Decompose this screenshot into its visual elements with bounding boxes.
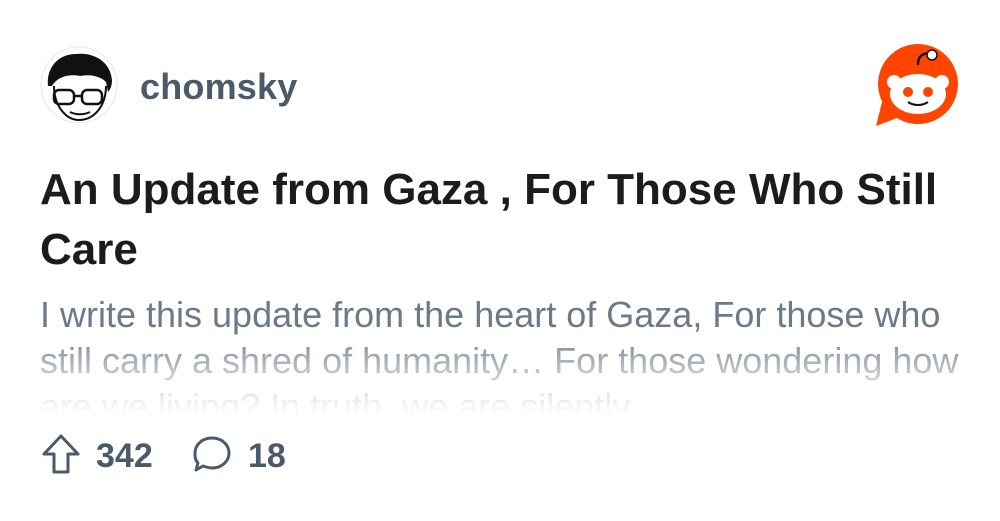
upvote-arrow-icon[interactable] (40, 432, 82, 481)
comment-stat[interactable]: 18 (190, 432, 286, 480)
post-title[interactable]: An Update from Gaza , For Those Who Stil… (40, 160, 970, 280)
post-header: chomsky (40, 44, 960, 126)
upvote-count: 342 (96, 436, 153, 475)
comment-count: 18 (248, 436, 286, 475)
post-stats: 342 18 (40, 432, 440, 480)
author-avatar[interactable] (40, 46, 118, 124)
upvote-stat[interactable]: 342 (40, 432, 153, 480)
comment-bubble-icon[interactable] (190, 432, 234, 481)
post-body-preview: I write this update from the heart of Ga… (40, 294, 959, 414)
author-name[interactable]: chomsky (140, 66, 297, 108)
reddit-logo-icon[interactable] (872, 44, 960, 128)
